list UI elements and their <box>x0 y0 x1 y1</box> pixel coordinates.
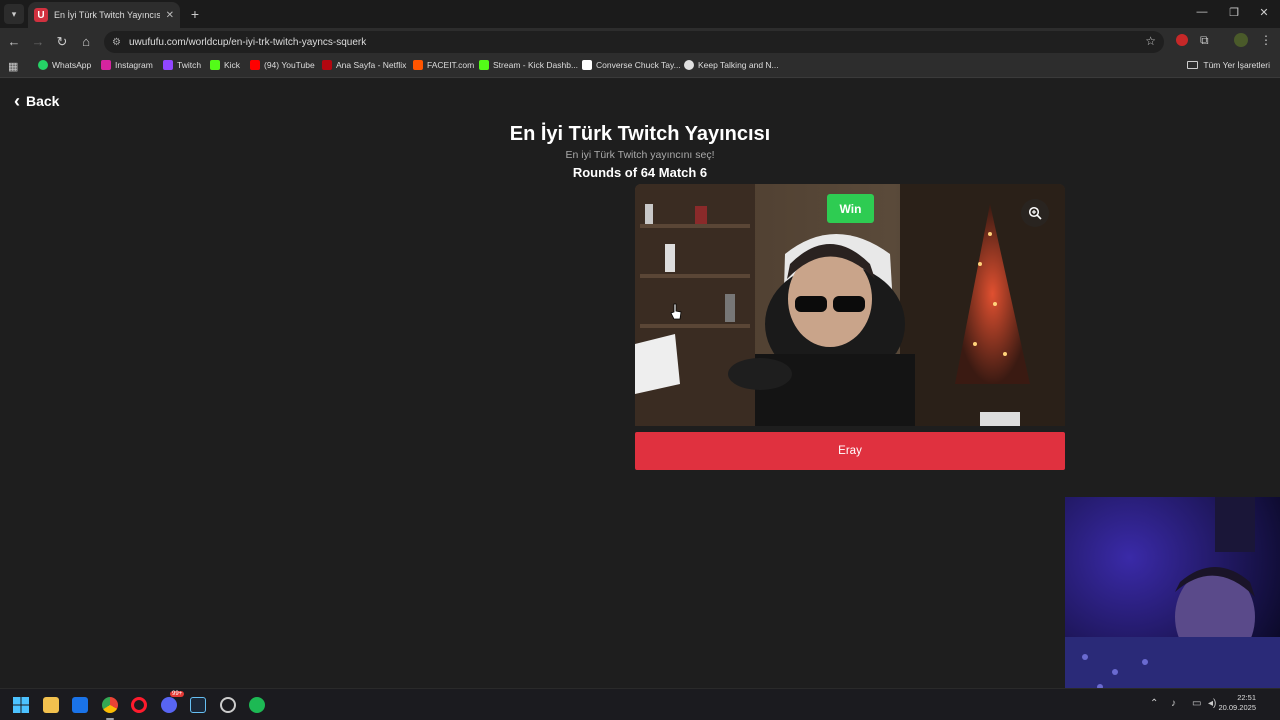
netflix-icon <box>322 60 332 70</box>
bookmark-item[interactable]: Instagram <box>101 60 153 70</box>
all-bookmarks-button[interactable]: Tüm Yer İşaretleri <box>1187 60 1270 70</box>
bookmark-item[interactable]: (94) YouTube <box>250 60 315 70</box>
outlook-icon[interactable] <box>72 697 88 713</box>
bookmark-item[interactable]: Ana Sayfa - Netflix <box>322 60 406 70</box>
webcam-feed <box>1065 497 1280 699</box>
back-button[interactable]: ‹ Back <box>14 91 60 111</box>
clock[interactable]: 22:51 20.09.2025 <box>1218 693 1256 713</box>
faceit-icon <box>413 60 423 70</box>
spotify-icon[interactable] <box>249 697 265 713</box>
bookmark-label: Converse Chuck Tay... <box>596 60 681 70</box>
tray-chevron-up-icon[interactable]: ⌃ <box>1150 698 1158 709</box>
url-text: uwufufu.com/worldcup/en-iyi-trk-twitch-y… <box>128 36 367 48</box>
whatsapp-icon <box>38 60 48 70</box>
profile-avatar[interactable] <box>1234 33 1248 47</box>
folder-icon <box>1187 61 1199 69</box>
bookmark-item[interactable]: FACEIT.com <box>413 60 474 70</box>
site-info-icon[interactable]: ⚙ <box>112 37 121 48</box>
extension-icon[interactable] <box>1176 34 1188 46</box>
candidate-select-button[interactable]: Eray <box>635 432 1065 470</box>
extensions-puzzle-icon[interactable]: ⧉ <box>1200 33 1209 48</box>
clock-time: 22:51 <box>1237 693 1256 702</box>
round-indicator: Rounds of 64 Match 6 <box>572 165 708 180</box>
bookmark-label: Instagram <box>115 60 153 70</box>
chevron-left-icon: ‹ <box>14 91 20 111</box>
opera-icon[interactable] <box>131 697 147 713</box>
tab-strip: ▾ U En İyi Türk Twitch Yayıncısı | Uw… ✕… <box>0 0 1280 28</box>
reload-icon[interactable]: ↻ <box>54 34 70 50</box>
network-icon[interactable]: ▭ <box>1192 698 1201 709</box>
tab-close-icon[interactable]: ✕ <box>166 10 174 21</box>
app-icon[interactable] <box>220 697 236 713</box>
bookmark-label: Twitch <box>177 60 202 70</box>
chrome-icon[interactable] <box>102 697 118 713</box>
bookmark-label: WhatsApp <box>52 60 92 70</box>
forward-arrow-icon[interactable]: → <box>30 34 46 50</box>
bookmark-item[interactable]: WhatsApp <box>38 60 91 70</box>
win-badge: Win <box>827 194 874 223</box>
browser-toolbar: ← → ↻ ⌂ ⚙ uwufufu.com/worldcup/en-iyi-tr… <box>0 28 1280 56</box>
bookmark-label: Kick <box>224 60 241 70</box>
home-icon[interactable]: ⌂ <box>78 34 94 50</box>
window-close-button[interactable]: ✕ <box>1256 6 1272 19</box>
restore-button[interactable]: ❐ <box>1226 6 1242 19</box>
file-explorer-icon[interactable] <box>43 697 59 713</box>
bookmark-item[interactable]: Kick <box>210 60 240 70</box>
bookmark-item[interactable]: Twitch <box>163 60 201 70</box>
bookmark-star-icon[interactable]: ☆ <box>1145 34 1156 48</box>
tab-title: En İyi Türk Twitch Yayıncısı | Uw… <box>54 10 160 20</box>
instagram-icon <box>101 60 111 70</box>
zoom-in-icon[interactable] <box>1021 199 1049 227</box>
bookmark-label: (94) YouTube <box>264 60 315 70</box>
clock-date: 20.09.2025 <box>1218 703 1256 712</box>
notification-badge: 99+ <box>170 691 185 697</box>
game-icon <box>684 60 694 70</box>
microphone-icon[interactable]: ♪ <box>1171 698 1176 709</box>
taskbar: 99+ ⌃ ♪ ▭ ◂) 22:51 20.09.2025 <box>0 688 1280 720</box>
kick-icon <box>210 60 220 70</box>
bookmarks-bar: ▦ WhatsApp Instagram Twitch Kick (94) Yo… <box>0 56 1280 78</box>
kick-icon <box>479 60 489 70</box>
page-subtitle: En iyi Türk Twitch yayıncını seç! <box>565 149 715 161</box>
new-tab-button[interactable]: + <box>186 5 204 23</box>
hand-cursor-icon <box>670 303 682 320</box>
webcam-overlay <box>1065 497 1280 699</box>
minimize-button[interactable]: — <box>1194 6 1210 18</box>
bookmark-label: Ana Sayfa - Netflix <box>336 60 407 70</box>
page-title: En İyi Türk Twitch Yayıncısı <box>509 123 771 145</box>
back-arrow-icon[interactable]: ← <box>6 34 22 50</box>
browser-menu-icon[interactable]: ⋮ <box>1260 33 1272 47</box>
bookmark-label: Keep Talking and N... <box>698 60 779 70</box>
bookmark-label: FACEIT.com <box>427 60 475 70</box>
bookmark-label: Stream - Kick Dashb... <box>493 60 579 70</box>
uwufufu-favicon-icon: U <box>34 8 48 22</box>
steam-icon[interactable] <box>190 697 206 713</box>
tab-search-button[interactable]: ▾ <box>4 4 24 24</box>
discord-icon[interactable] <box>161 697 177 713</box>
tab-active[interactable]: U En İyi Türk Twitch Yayıncısı | Uw… ✕ <box>28 2 180 28</box>
all-bookmarks-label: Tüm Yer İşaretleri <box>1203 60 1270 70</box>
converse-icon <box>582 60 592 70</box>
bookmark-item[interactable]: Keep Talking and N... <box>684 60 779 70</box>
volume-icon[interactable]: ◂) <box>1208 698 1216 709</box>
bookmark-item[interactable]: Converse Chuck Tay... <box>582 60 681 70</box>
apps-grid-icon[interactable]: ▦ <box>8 60 18 73</box>
bookmark-item[interactable]: Stream - Kick Dashb... <box>479 60 578 70</box>
windows-start-icon[interactable] <box>13 697 29 713</box>
twitch-icon <box>163 60 173 70</box>
address-bar[interactable]: ⚙ uwufufu.com/worldcup/en-iyi-trk-twitch… <box>104 31 1164 53</box>
youtube-icon <box>250 60 260 70</box>
back-label: Back <box>26 93 60 109</box>
